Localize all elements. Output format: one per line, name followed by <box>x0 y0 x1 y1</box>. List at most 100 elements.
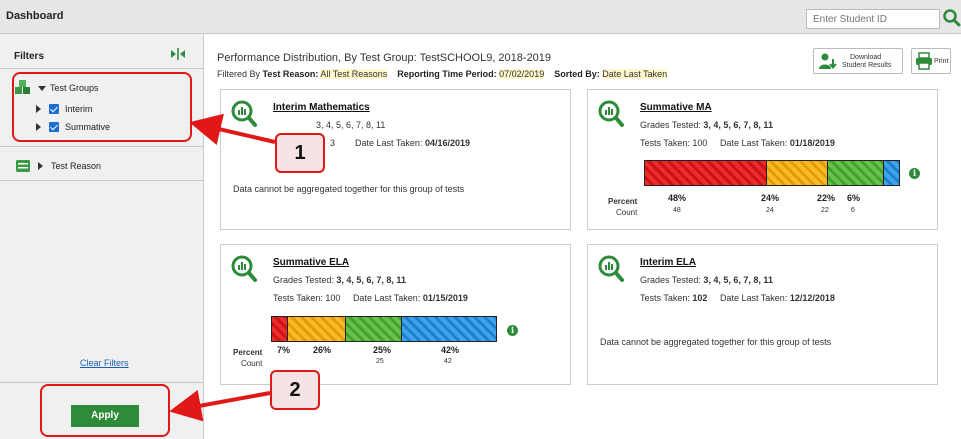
date-label: Date Last Taken: <box>719 293 788 303</box>
filtered-by-label: Filtered By <box>217 69 261 79</box>
tests-label: Tests Taken: <box>273 293 323 303</box>
search-button[interactable] <box>942 7 961 29</box>
performance-segment[interactable] <box>287 317 346 341</box>
test-reason-key: Test Reason: <box>262 69 319 79</box>
grades-value: 3, 4, 5, 6, 7, 8, 11 <box>336 275 406 285</box>
aggregation-message: Data cannot be aggregated together for t… <box>233 184 465 194</box>
tests-label: Tests Taken: <box>640 293 690 303</box>
download-student-results-button[interactable]: Download Student Results <box>813 48 903 74</box>
tests-value: 100 <box>692 138 708 148</box>
info-icon[interactable]: i <box>909 168 920 179</box>
card-title-link[interactable]: Interim ELA <box>640 257 696 268</box>
date-value: 01/18/2019 <box>789 138 835 148</box>
analytics-magnifier-icon <box>231 100 257 127</box>
download-label-2: Student Results <box>842 62 892 69</box>
grades-tested: 3, 4, 5, 6, 7, 8, 11 <box>316 120 386 130</box>
grades-label: Grades Tested: <box>640 120 701 130</box>
info-icon[interactable]: i <box>507 325 518 336</box>
period-key: Reporting Time Period: <box>397 69 497 79</box>
filter-summary: Filtered By Test Reason: All Test Reason… <box>217 69 668 79</box>
callout-frame <box>12 72 192 142</box>
count-value: 24 <box>766 207 774 214</box>
date-label: Date Last Taken: <box>352 293 421 303</box>
divider <box>0 146 204 147</box>
performance-segment[interactable] <box>883 161 899 185</box>
sorted-value: Date Last Taken <box>602 69 668 79</box>
print-label: Print <box>934 58 949 65</box>
test-reason-icon <box>16 160 30 172</box>
card-title-link[interactable]: Summative MA <box>640 102 712 113</box>
tests-label: Tests Taken: <box>640 138 690 148</box>
filters-title: Filters <box>14 51 45 62</box>
percent-value: 48% <box>668 193 687 203</box>
grades-label: Grades Tested: <box>640 275 701 285</box>
collapse-panel-icon <box>171 48 185 60</box>
divider <box>0 180 204 181</box>
count-value: 42 <box>444 358 452 365</box>
tests-taken-value: 3 <box>330 138 336 148</box>
percent-value: 42% <box>441 345 460 355</box>
performance-segment[interactable] <box>401 317 496 341</box>
page-title: Dashboard <box>6 10 64 22</box>
tests-taken: 3 Date Last Taken: 04/16/2019 <box>330 138 470 148</box>
performance-segment[interactable] <box>345 317 402 341</box>
count-label: Count <box>616 208 638 217</box>
performance-segment[interactable] <box>766 161 828 185</box>
percent-label: Percent <box>608 197 638 206</box>
test-reason-label: Test Reason <box>51 161 102 171</box>
performance-bar[interactable] <box>271 316 497 342</box>
performance-bar[interactable] <box>644 160 900 186</box>
analytics-magnifier-icon <box>598 255 624 282</box>
callout-badge: 1 <box>275 133 325 173</box>
tests-taken: Tests Taken: 100 Date Last Taken: 01/18/… <box>640 138 835 148</box>
percent-value: 6% <box>847 193 861 203</box>
grades-value: 3, 4, 5, 6, 7, 8, 11 <box>703 275 773 285</box>
student-id-input[interactable] <box>806 9 940 29</box>
report-heading: Performance Distribution, By Test Group:… <box>217 52 552 64</box>
grades-value: 3, 4, 5, 6, 7, 8, 11 <box>703 120 773 130</box>
percent-label: Percent <box>233 348 263 357</box>
clear-filters-link[interactable]: Clear Filters <box>80 358 129 368</box>
tests-taken: Tests Taken: 100 Date Last Taken: 01/15/… <box>273 293 468 303</box>
performance-segment[interactable] <box>272 317 288 341</box>
print-button[interactable]: Print <box>911 48 951 74</box>
count-value: 6 <box>851 207 855 214</box>
date-value: 01/15/2019 <box>422 293 468 303</box>
test-reason-toggle[interactable]: Test Reason <box>14 158 101 174</box>
date-label: Date Last Taken: <box>355 138 423 148</box>
sorted-key: Sorted By: <box>554 69 600 79</box>
callout-frame <box>40 384 170 437</box>
card-title-link[interactable]: Interim Mathematics <box>273 102 370 113</box>
tests-value: 102 <box>692 293 708 303</box>
collapse-panel-button[interactable] <box>170 46 186 62</box>
print-icon <box>916 52 932 70</box>
date-label: Date Last Taken: <box>719 138 788 148</box>
date-value: 12/12/2018 <box>789 293 835 303</box>
test-group-card: Interim Mathematics 3, 4, 5, 6, 7, 8, 11… <box>220 89 571 230</box>
period-value: 07/02/2019 <box>499 69 545 79</box>
tests-value: 100 <box>325 293 341 303</box>
dashboard-page: Dashboard Filters Test <box>0 0 961 439</box>
performance-segment[interactable] <box>827 161 884 185</box>
card-title-link[interactable]: Summative ELA <box>273 257 349 268</box>
percent-value: 24% <box>761 193 780 203</box>
download-label: Download <box>850 54 882 61</box>
test-reason-value: All Test Reasons <box>320 69 388 79</box>
test-group-card: Summative ELA Grades Tested: 3, 4, 5, 6,… <box>220 244 571 385</box>
performance-segment[interactable] <box>645 161 767 185</box>
count-value: 22 <box>821 207 829 214</box>
divider <box>0 68 204 69</box>
search-icon <box>943 9 961 27</box>
chevron-right-icon <box>38 162 43 170</box>
count-value: 25 <box>376 358 384 365</box>
grades-tested: Grades Tested: 3, 4, 5, 6, 7, 8, 11 <box>640 120 773 130</box>
percent-value: 7% <box>277 345 291 355</box>
test-group-card: Interim ELA Grades Tested: 3, 4, 5, 6, 7… <box>587 244 938 385</box>
grades-label: Grades Tested: <box>273 275 334 285</box>
analytics-magnifier-icon <box>598 100 624 127</box>
test-group-card: Summative MA Grades Tested: 3, 4, 5, 6, … <box>587 89 938 230</box>
aggregation-message: Data cannot be aggregated together for t… <box>600 337 832 347</box>
percent-value: 22% <box>817 193 836 203</box>
percent-value: 25% <box>373 345 392 355</box>
callout-badge: 2 <box>270 370 320 410</box>
